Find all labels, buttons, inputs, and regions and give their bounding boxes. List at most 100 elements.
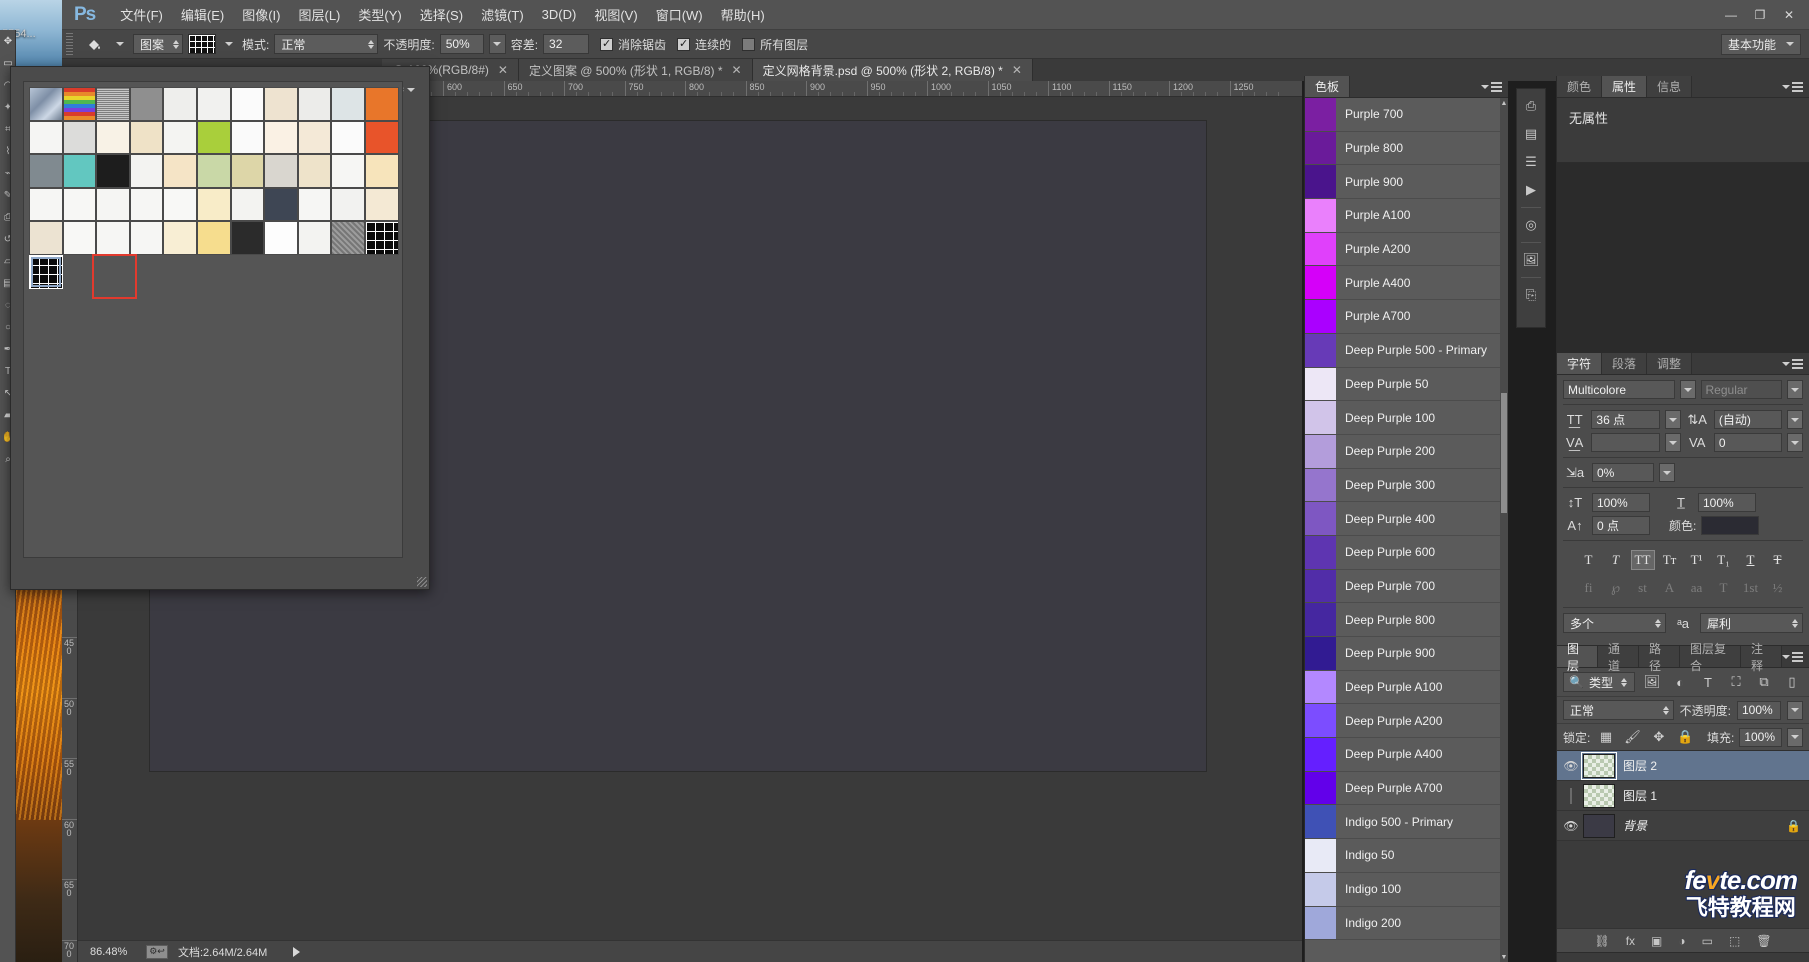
swatch-row[interactable]: Deep Purple 50 — [1305, 368, 1501, 402]
zoom-level[interactable]: 86.48% — [90, 946, 136, 958]
pattern-swatch[interactable] — [264, 87, 298, 121]
ordinals-button[interactable]: 1st — [1739, 578, 1763, 598]
mask-icon[interactable]: ▣ — [1651, 934, 1662, 948]
swatch-row[interactable]: Deep Purple A200 — [1305, 704, 1501, 738]
pattern-swatch[interactable] — [130, 121, 164, 155]
menu-3d[interactable]: 3D(D) — [533, 3, 586, 26]
pattern-swatch[interactable] — [231, 87, 265, 121]
pattern-swatch[interactable] — [231, 221, 265, 255]
menu-edit[interactable]: 编辑(E) — [172, 1, 233, 28]
menu-file[interactable]: 文件(F) — [111, 1, 172, 28]
scaling-input[interactable]: 0% — [1592, 463, 1654, 482]
lock-position-icon[interactable]: ✥ — [1648, 727, 1669, 747]
layer-name-1[interactable]: 图层 1 — [1623, 787, 1657, 804]
lock-image-icon[interactable]: 🖌 — [1622, 727, 1643, 747]
swatch-color-chip[interactable] — [1305, 873, 1336, 906]
pattern-swatch[interactable] — [331, 121, 365, 155]
contextual-alternates-button[interactable]: ℘ — [1604, 578, 1628, 598]
swatch-color-chip[interactable] — [1305, 334, 1336, 367]
pattern-picker-chevron-icon[interactable] — [225, 42, 233, 46]
swatch-color-chip[interactable] — [1305, 233, 1336, 266]
document-tab-3[interactable]: 定义网格背景.psd @ 500% (形状 2, RGB/8) * ✕ — [753, 59, 1033, 81]
layer-thumbnail-2[interactable] — [1583, 814, 1615, 838]
swatch-row[interactable]: Indigo 200 — [1305, 907, 1501, 941]
swatch-row[interactable]: Purple A700 — [1305, 300, 1501, 334]
swatch-color-chip[interactable] — [1305, 502, 1336, 535]
swatch-color-chip[interactable] — [1305, 839, 1336, 872]
pattern-swatch[interactable] — [365, 121, 399, 155]
superscript-button[interactable]: T¹ — [1685, 550, 1709, 570]
navigator-icon[interactable]: ◎ — [1518, 212, 1544, 238]
swatch-row[interactable]: Deep Purple 600 — [1305, 536, 1501, 570]
pattern-swatch[interactable] — [365, 87, 399, 121]
pattern-swatch[interactable] — [29, 255, 63, 289]
layer-list[interactable]: 👁 图层 2 图层 1 👁 背景 🔒 — [1557, 751, 1809, 841]
pattern-swatch[interactable] — [331, 221, 365, 255]
titling-alternates-button[interactable]: T — [1712, 578, 1736, 598]
swatch-color-chip[interactable] — [1305, 603, 1336, 636]
pattern-swatch[interactable] — [96, 121, 130, 155]
italic-button[interactable]: T — [1604, 550, 1628, 570]
swatch-color-chip[interactable] — [1305, 805, 1336, 838]
tab-character[interactable]: 字符 — [1557, 353, 1602, 374]
pattern-swatch[interactable] — [298, 154, 332, 188]
swatches-panel-menu-button[interactable] — [1481, 76, 1508, 97]
pattern-swatch[interactable] — [197, 221, 231, 255]
pattern-swatch[interactable] — [29, 188, 63, 222]
pattern-swatch[interactable] — [29, 154, 63, 188]
delete-icon[interactable]: 🗑 — [1756, 934, 1771, 948]
kerning-dropdown-icon[interactable] — [1665, 433, 1681, 452]
pattern-swatch-area[interactable] — [23, 81, 403, 558]
menu-image[interactable]: 图像(I) — [233, 1, 289, 28]
pattern-swatch[interactable] — [264, 154, 298, 188]
pattern-swatch[interactable] — [96, 221, 130, 255]
layer-row-2[interactable]: 👁 背景 🔒 — [1557, 811, 1809, 841]
new-layer-icon[interactable]: ⬚ — [1729, 934, 1740, 948]
pattern-swatch[interactable] — [63, 188, 97, 222]
tab-paragraph[interactable]: 段落 — [1602, 353, 1647, 374]
font-size-dropdown-icon[interactable] — [1665, 410, 1681, 429]
opacity-dropdown-button[interactable] — [489, 34, 506, 54]
antialias-select[interactable]: 犀利 — [1700, 613, 1803, 633]
tab-color[interactable]: 颜色 — [1557, 76, 1602, 97]
pattern-preview-chip[interactable] — [188, 34, 216, 54]
swatch-color-chip[interactable] — [1305, 300, 1336, 333]
pattern-swatch[interactable] — [264, 221, 298, 255]
layer-row-1[interactable]: 图层 1 — [1557, 781, 1809, 811]
swatch-row[interactable]: Deep Purple 300 — [1305, 469, 1501, 503]
play-icon[interactable]: ▶ — [1518, 177, 1544, 203]
pattern-swatch[interactable] — [29, 121, 63, 155]
swatches-scroll-thumb[interactable] — [1501, 393, 1507, 513]
font-style-dropdown-icon[interactable] — [1787, 380, 1803, 399]
tracking-dropdown-icon[interactable] — [1787, 433, 1803, 452]
layer-row-0[interactable]: 👁 图层 2 — [1557, 751, 1809, 781]
menu-view[interactable]: 视图(V) — [585, 1, 646, 28]
group-icon[interactable]: ▭ — [1702, 934, 1713, 948]
pattern-swatch[interactable] — [231, 121, 265, 155]
tab-layer-comps[interactable]: 图层复合 — [1680, 646, 1741, 667]
character-panel-menu-button[interactable] — [1782, 353, 1809, 374]
swatch-list[interactable]: Purple 700Purple 800Purple 900Purple A10… — [1305, 98, 1501, 962]
swatches-scroll-down-icon[interactable]: ▼ — [1500, 952, 1508, 962]
pattern-swatch[interactable] — [331, 188, 365, 222]
text-color-swatch[interactable] — [1701, 516, 1759, 535]
pattern-swatch[interactable] — [298, 188, 332, 222]
swatch-row[interactable]: Purple 800 — [1305, 132, 1501, 166]
layer-visibility-icon-0[interactable]: 👁 — [1559, 759, 1583, 773]
status-expand-arrow-icon[interactable] — [293, 947, 300, 957]
pattern-swatch[interactable] — [264, 188, 298, 222]
menu-filter[interactable]: 滤镜(T) — [472, 1, 533, 28]
tab-properties[interactable]: 属性 — [1602, 76, 1647, 97]
font-size-input[interactable]: 36 点 — [1591, 410, 1659, 429]
swatch-color-chip[interactable] — [1305, 165, 1336, 198]
notes-icon[interactable]: ⎘ — [1518, 282, 1544, 308]
pattern-swatch[interactable] — [163, 121, 197, 155]
pattern-swatch[interactable] — [197, 154, 231, 188]
pixel-filter-icon[interactable]: 🖼 — [1641, 672, 1663, 692]
tab-layers[interactable]: 图层 — [1557, 646, 1598, 667]
paint-bucket-icon[interactable] — [81, 33, 107, 56]
tab-swatches[interactable]: 色板 — [1305, 76, 1350, 97]
swatch-color-chip[interactable] — [1305, 671, 1336, 704]
swatch-color-chip[interactable] — [1305, 536, 1336, 569]
tool-move-icon[interactable]: ✥ — [0, 30, 16, 52]
